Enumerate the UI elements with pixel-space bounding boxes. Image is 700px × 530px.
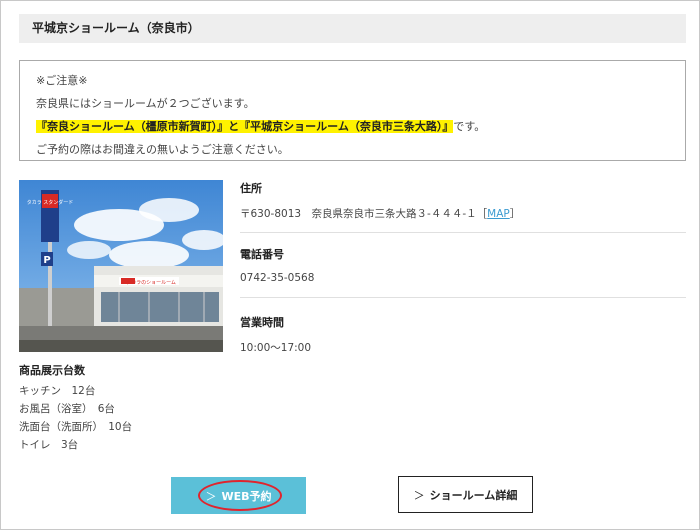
address-text: 〒630-8013 奈良県奈良市三条大路３-４４４-１ [240,208,477,220]
hours-block: 営業時間 10:00～17:00 [240,314,686,355]
notice-line-2-suffix: です。 [453,120,486,133]
building-sign-text: タカラのショールーム [126,279,176,286]
showroom-photo: タカラのショールーム タカラ スタンダード P [19,180,223,352]
showroom-detail-button[interactable]: ＞ ショールーム詳細 [398,476,533,513]
sign-logo-text: タカラ スタンダード [27,199,74,206]
notice-line-2: 『奈良ショールーム（橿原市新賀町）』と『平城京ショールーム（奈良市三条大路）』で… [36,115,685,138]
address-label: 住所 [240,182,262,195]
phone-label: 電話番号 [240,248,284,261]
exhibit-item: 洗面台（洗面所） 10台 [19,421,133,433]
parking-sign-text: P [43,255,50,266]
exhibit-item: キッチン 12台 [19,385,96,397]
showroom-detail-label: ショールーム詳細 [429,488,518,502]
hours-value: 10:00～17:00 [240,342,312,354]
exhibit-count: 商品展示台数 キッチン 12台 お風呂（浴室） 6台 洗面台（洗面所） 10台 … [19,362,219,454]
hours-label: 営業時間 [240,316,284,329]
address-block: 住所 〒630-8013 奈良県奈良市三条大路３-４４４-１［MAP］ [240,180,686,221]
notice-line-3: ご予約の際はお間違えの無いようご注意ください。 [36,143,289,156]
notice-line-1: 奈良県にはショールームが２つございます。 [36,97,255,110]
chevron-right-icon: ＞ [205,489,217,503]
chevron-right-icon: ＞ [413,488,425,502]
exhibit-item: トイレ 3台 [19,439,79,451]
exhibit-item: お風呂（浴室） 6台 [19,403,115,415]
notice-box: ※ご注意※ 奈良県にはショールームが２つございます。 『奈良ショールーム（橿原市… [19,60,686,161]
web-reserve-label: WEB予約 [221,489,272,503]
page-title: 平城京ショールーム（奈良市） [19,14,686,43]
phone-block: 電話番号 0742-35-0568 [240,246,686,284]
web-reserve-button[interactable]: ＞ WEB予約 [171,477,306,514]
divider [240,232,686,233]
exhibit-heading: 商品展示台数 [19,364,85,377]
address-value: 〒630-8013 奈良県奈良市三条大路３-４４４-１［MAP］ [240,208,521,220]
divider [240,297,686,298]
map-link[interactable]: MAP [487,208,510,220]
phone-value: 0742-35-0568 [240,272,315,284]
notice-heading: ※ご注意※ [36,74,88,87]
notice-highlight: 『奈良ショールーム（橿原市新賀町）』と『平城京ショールーム（奈良市三条大路）』 [36,120,454,133]
